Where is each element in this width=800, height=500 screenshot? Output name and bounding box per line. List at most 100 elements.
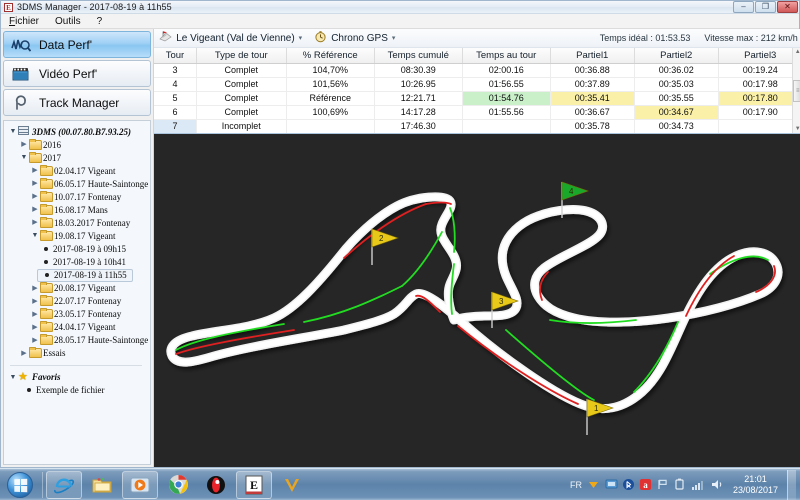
taskbar-app-chrome[interactable] bbox=[160, 471, 196, 499]
table-column-header[interactable]: Tour bbox=[154, 48, 196, 63]
chevron-right-icon[interactable]: ▶ bbox=[30, 334, 40, 347]
menu-item-fichier[interactable]: Fichier bbox=[9, 16, 39, 27]
nav-label: Vidéo Perf' bbox=[39, 67, 97, 81]
table-cell: 100,69% bbox=[286, 105, 374, 119]
tree-folder-item[interactable]: ▶10.07.17 Fontenay bbox=[6, 190, 148, 203]
tree-folder-item[interactable]: ▶02.04.17 Vigeant bbox=[6, 164, 148, 177]
chevron-down-icon[interactable]: ▼ bbox=[8, 125, 18, 138]
tree-root[interactable]: ▼ 3DMS (00.07.80.B7.93.25) bbox=[6, 125, 148, 138]
table-column-header[interactable]: Partiel1 bbox=[550, 48, 634, 63]
network-icon[interactable] bbox=[605, 478, 618, 491]
tree-label: 18.03.2017 Fontenay bbox=[54, 218, 130, 228]
desktop: E 3DMS Manager - 2017-08-19 à 11h55 – ❐ … bbox=[0, 0, 800, 500]
nav-button-data-perf[interactable]: Data Perf' bbox=[3, 31, 151, 58]
table-column-header[interactable]: Partiel2 bbox=[634, 48, 718, 63]
track-marker-2[interactable]: 2 bbox=[372, 229, 398, 265]
speed-trace-slow bbox=[176, 203, 775, 405]
table-row[interactable]: 6Complet100,69%14:17.2801:55.5600:36.670… bbox=[154, 105, 800, 119]
chevron-right-icon[interactable]: ▶ bbox=[30, 177, 40, 190]
chevron-right-icon[interactable]: ▶ bbox=[30, 216, 40, 229]
maximize-button[interactable]: ❐ bbox=[755, 1, 776, 13]
language-indicator[interactable]: FR bbox=[570, 480, 582, 490]
chevron-down-icon[interactable]: ▼ bbox=[19, 151, 29, 164]
table-column-header[interactable]: Partiel3 bbox=[718, 48, 800, 63]
minimize-button[interactable]: – bbox=[733, 1, 754, 13]
tree-favorite-item[interactable]: Exemple de fichier bbox=[6, 384, 148, 397]
volume-icon[interactable] bbox=[710, 478, 724, 491]
table-scrollbar[interactable]: ▲ ≡ ▼ bbox=[792, 48, 800, 133]
tree-folder-item[interactable]: ▶28.05.17 Haute-Saintonge bbox=[6, 334, 148, 347]
table-row[interactable]: 7Incomplet17:46.3000:35.7800:34.73 bbox=[154, 119, 800, 133]
table-column-header[interactable]: % Référence bbox=[286, 48, 374, 63]
tree-folder-item[interactable]: ▶23.05.17 Fontenay bbox=[6, 308, 148, 321]
taskbar-app-windows-explorer[interactable] bbox=[84, 471, 120, 499]
chevron-right-icon[interactable]: ▶ bbox=[30, 308, 40, 321]
tree-folder-item[interactable]: ▼2017 bbox=[6, 151, 148, 164]
track-selector[interactable]: Le Vigeant (Val de Vienne) ▾ bbox=[159, 30, 302, 46]
chevron-right-icon[interactable]: ▶ bbox=[30, 282, 40, 295]
menu-item-help[interactable]: ? bbox=[97, 16, 103, 27]
chevron-down-icon[interactable]: ▼ bbox=[8, 371, 18, 384]
taskbar-app-opera[interactable] bbox=[198, 471, 234, 499]
tree-folder-item[interactable]: ▶Essais bbox=[6, 347, 148, 360]
nav-button-video-perf[interactable]: Vidéo Perf' bbox=[3, 60, 151, 87]
track-map[interactable]: 1234 bbox=[154, 134, 800, 467]
tree-folder-item[interactable]: ▶20.08.17 Vigeant bbox=[6, 282, 148, 295]
chevron-down-icon[interactable]: ▼ bbox=[30, 229, 40, 242]
tree-folder-item[interactable]: ▶16.08.17 Mans bbox=[6, 203, 148, 216]
show-hidden-icons-icon[interactable] bbox=[587, 478, 600, 491]
scroll-up-arrow[interactable]: ▲ bbox=[795, 48, 800, 56]
chevron-right-icon[interactable]: ▶ bbox=[30, 321, 40, 334]
table-row[interactable]: 4Complet101,56%10:26.9501:56.5500:37.890… bbox=[154, 77, 800, 91]
chevron-right-icon[interactable]: ▶ bbox=[19, 347, 29, 360]
chevron-down-icon[interactable]: ▾ bbox=[299, 34, 303, 42]
tree-session-item[interactable]: 2017-08-19 à 09h15 bbox=[6, 242, 148, 255]
taskbar-app-media-player[interactable] bbox=[122, 471, 158, 499]
chevron-right-icon[interactable]: ▶ bbox=[30, 295, 40, 308]
signal-strength-icon[interactable] bbox=[691, 478, 705, 491]
chrono-selector[interactable]: Chrono GPS ▾ bbox=[314, 30, 395, 46]
tree-folder-item[interactable]: ▼19.08.17 Vigeant bbox=[6, 229, 148, 242]
table-column-header[interactable]: Type de tour bbox=[196, 48, 286, 63]
tree-favorites[interactable]: ▼ ★ Favoris bbox=[6, 371, 148, 384]
tree-session-item[interactable]: 2017-08-19 à 11h55 bbox=[37, 269, 133, 282]
menu-item-outils[interactable]: Outils bbox=[55, 16, 81, 27]
bullet-icon bbox=[27, 388, 31, 392]
tree-folder-item[interactable]: ▶22.07.17 Fontenay bbox=[6, 295, 148, 308]
show-desktop-button[interactable] bbox=[787, 470, 796, 500]
tree-folder-item[interactable]: ▶ 18.03.2017 Fontenay bbox=[6, 216, 148, 229]
battery-icon[interactable] bbox=[674, 478, 686, 491]
close-button[interactable]: ✕ bbox=[777, 1, 798, 13]
action-center-icon[interactable] bbox=[657, 478, 669, 491]
3dms-manager-icon: E bbox=[245, 475, 263, 495]
table-row[interactable]: 3Complet104,70%08:30.3902:00.1600:36.880… bbox=[154, 63, 800, 77]
tree-divider bbox=[10, 365, 142, 366]
table-cell: 101,56% bbox=[286, 77, 374, 91]
table-column-header[interactable]: Temps au tour bbox=[462, 48, 550, 63]
tree-folder-item[interactable]: ▶ 2016 bbox=[6, 138, 148, 151]
taskbar-app-internet-explorer[interactable] bbox=[46, 471, 82, 499]
scroll-down-arrow[interactable]: ▼ bbox=[795, 125, 800, 133]
chevron-right-icon[interactable]: ▶ bbox=[30, 203, 40, 216]
start-button[interactable] bbox=[0, 470, 40, 500]
clock[interactable]: 21:01 23/08/2017 bbox=[729, 474, 782, 496]
taskbar-app-v[interactable] bbox=[274, 471, 310, 499]
chevron-down-icon[interactable]: ▾ bbox=[392, 34, 396, 42]
scroll-thumb[interactable]: ≡ bbox=[793, 80, 800, 102]
tree-session-item[interactable]: 2017-08-19 à 10h41 bbox=[6, 255, 148, 268]
project-tree[interactable]: ▼ 3DMS (00.07.80.B7.93.25) ▶ 2016▼2017▶02… bbox=[3, 120, 151, 465]
tree-folder-item[interactable]: ▶06.05.17 Haute-Saintonge bbox=[6, 177, 148, 190]
chevron-right-icon[interactable]: ▶ bbox=[30, 164, 40, 177]
chevron-right-icon[interactable]: ▶ bbox=[19, 138, 29, 151]
tree-label: 2016 bbox=[43, 140, 61, 150]
chevron-right-icon[interactable]: ▶ bbox=[30, 190, 40, 203]
antivirus-icon[interactable]: a bbox=[639, 478, 652, 491]
track-icon bbox=[159, 30, 172, 46]
taskbar-app-3dms-manager[interactable]: E bbox=[236, 471, 272, 499]
tree-folder-item[interactable]: ▶24.04.17 Vigeant bbox=[6, 321, 148, 334]
folder-icon bbox=[40, 178, 51, 190]
table-row[interactable]: 5CompletRéférence12:21.7101:54.7600:35.4… bbox=[154, 91, 800, 105]
table-column-header[interactable]: Temps cumulé bbox=[374, 48, 462, 63]
bluetooth-icon[interactable] bbox=[623, 478, 634, 491]
nav-button-track-manager[interactable]: Track Manager bbox=[3, 89, 151, 116]
